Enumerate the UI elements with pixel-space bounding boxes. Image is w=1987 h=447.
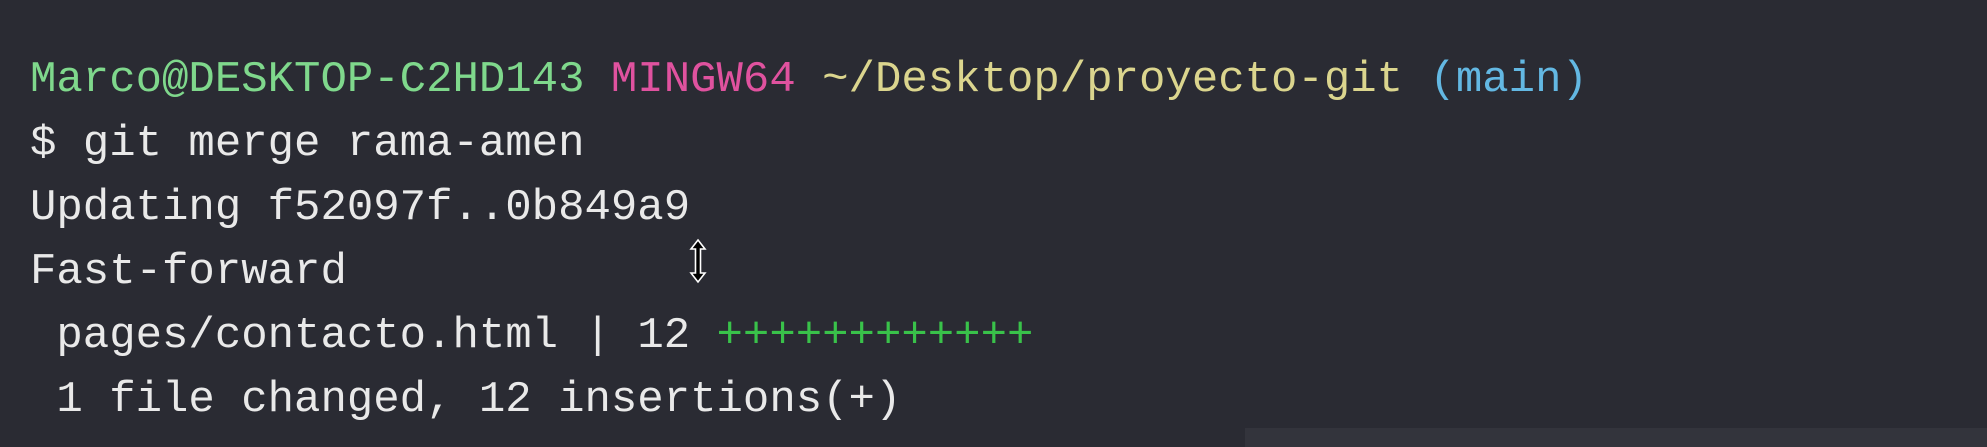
output-mode: Fast-forward <box>30 247 347 297</box>
command-text: git merge rama-amen <box>82 119 585 169</box>
prompt-symbol: $ <box>30 119 57 169</box>
diffstat-line: pages/contacto.html | 12 ++++++++++++ <box>30 304 1033 368</box>
bottom-right-panel <box>1245 428 1987 447</box>
summary-text: 1 file changed, 12 insertions(+) <box>56 375 902 425</box>
output-summary: 1 file changed, 12 insertions(+) <box>30 368 901 432</box>
prompt-path: ~/Desktop/proyecto-git <box>822 55 1404 105</box>
prompt-line: Marco@DESKTOP-C2HD143 MINGW64 ~/Desktop/… <box>30 48 1588 112</box>
diffstat-separator: | <box>584 311 611 361</box>
prompt-user-host: Marco@DESKTOP-C2HD143 <box>30 55 585 105</box>
diffstat-plus-bar: ++++++++++++ <box>716 311 1034 361</box>
terminal-window[interactable]: Marco@DESKTOP-C2HD143 MINGW64 ~/Desktop/… <box>0 0 1987 447</box>
command-line: $ git merge rama-amen <box>30 112 585 176</box>
resize-vertical-cursor-icon <box>689 238 707 284</box>
diffstat-file-path: pages/contacto.html <box>56 311 559 361</box>
prompt-branch: (main) <box>1429 55 1588 105</box>
prompt-system: MINGW64 <box>610 55 796 105</box>
diffstat-count: 12 <box>637 311 691 361</box>
output-updating: Updating f52097f..0b849a9 <box>30 183 691 233</box>
